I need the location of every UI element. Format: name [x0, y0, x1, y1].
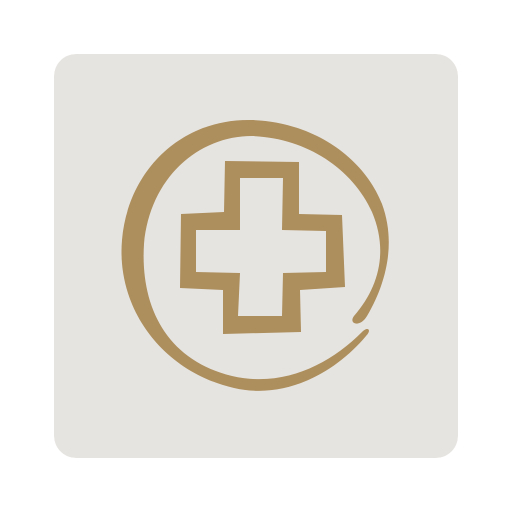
tile-background [54, 54, 458, 458]
medical-cross-logo-icon [54, 54, 458, 458]
app-icon-tile[interactable] [54, 54, 458, 458]
icon-canvas [0, 0, 512, 512]
